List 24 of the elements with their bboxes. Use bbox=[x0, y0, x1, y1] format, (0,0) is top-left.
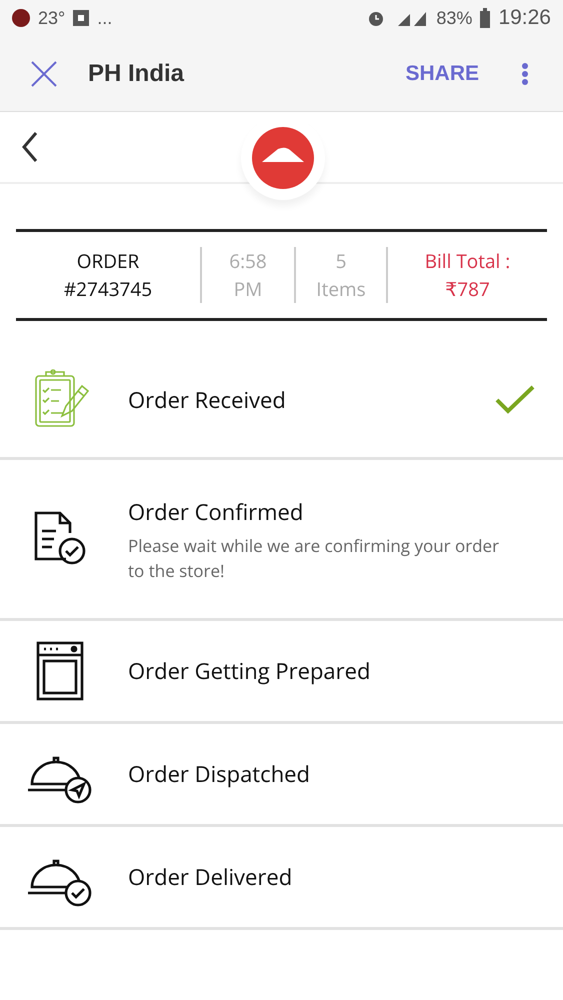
order-time: 6:58 bbox=[229, 247, 267, 275]
bill-total-label: Bill Total : bbox=[424, 247, 510, 275]
step-title: Order Dispatched bbox=[128, 758, 311, 790]
item-count-label: Items bbox=[316, 275, 366, 303]
bill-total-amount: ₹787 bbox=[445, 275, 490, 303]
logo-icon bbox=[250, 125, 316, 191]
step-title: Order Received bbox=[128, 384, 287, 416]
share-button[interactable]: SHARE bbox=[405, 58, 479, 90]
step-description: Please wait while we are confirming your order to the store! bbox=[128, 532, 500, 582]
item-count: 5 bbox=[336, 247, 346, 275]
step-title: Order Getting Prepared bbox=[128, 654, 372, 688]
back-icon bbox=[20, 131, 40, 163]
clock: 19:26 bbox=[498, 5, 551, 32]
temperature: 23° bbox=[38, 6, 66, 30]
close-icon bbox=[30, 60, 58, 88]
battery-icon bbox=[480, 8, 490, 28]
step-title: Order Confirmed bbox=[128, 496, 304, 528]
battery-level: 83% bbox=[436, 6, 472, 30]
step-title: Order Delivered bbox=[128, 860, 294, 894]
order-period: PM bbox=[234, 275, 262, 303]
page-title: PH India bbox=[88, 58, 184, 88]
order-number: #2743745 bbox=[64, 275, 152, 303]
order-label: ORDER bbox=[76, 247, 140, 275]
more-notifications: ... bbox=[97, 6, 112, 30]
